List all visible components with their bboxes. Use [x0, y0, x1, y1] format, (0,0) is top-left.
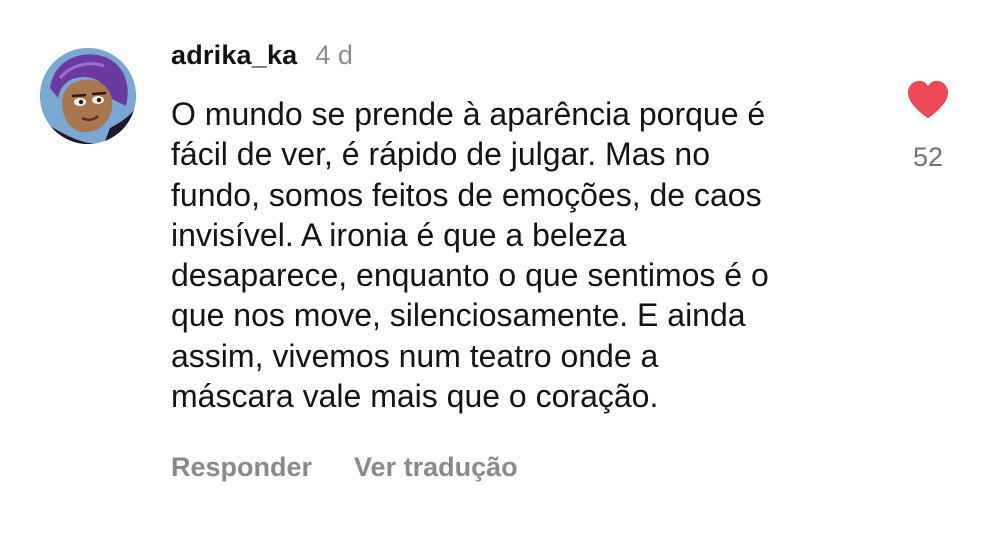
like-count: 52	[912, 142, 944, 172]
see-translation-button[interactable]: Ver tradução	[354, 452, 518, 483]
comment-actions: Responder Ver tradução	[171, 452, 518, 483]
heart-icon[interactable]	[906, 80, 950, 120]
timestamp: 4 d	[315, 40, 353, 70]
comment-content: adrika_ka 4 d O mundo se prende à aparên…	[171, 40, 871, 416]
comment: adrika_ka 4 d O mundo se prende à aparên…	[0, 0, 1000, 536]
comment-text: O mundo se prende à aparência porque é f…	[171, 96, 769, 415]
username[interactable]: adrika_ka	[171, 40, 297, 71]
reply-button[interactable]: Responder	[171, 452, 312, 483]
comment-header: adrika_ka 4 d	[171, 40, 871, 84]
avatar-illustration	[40, 48, 136, 144]
avatar[interactable]	[40, 48, 136, 144]
like-area: 52	[898, 80, 958, 173]
